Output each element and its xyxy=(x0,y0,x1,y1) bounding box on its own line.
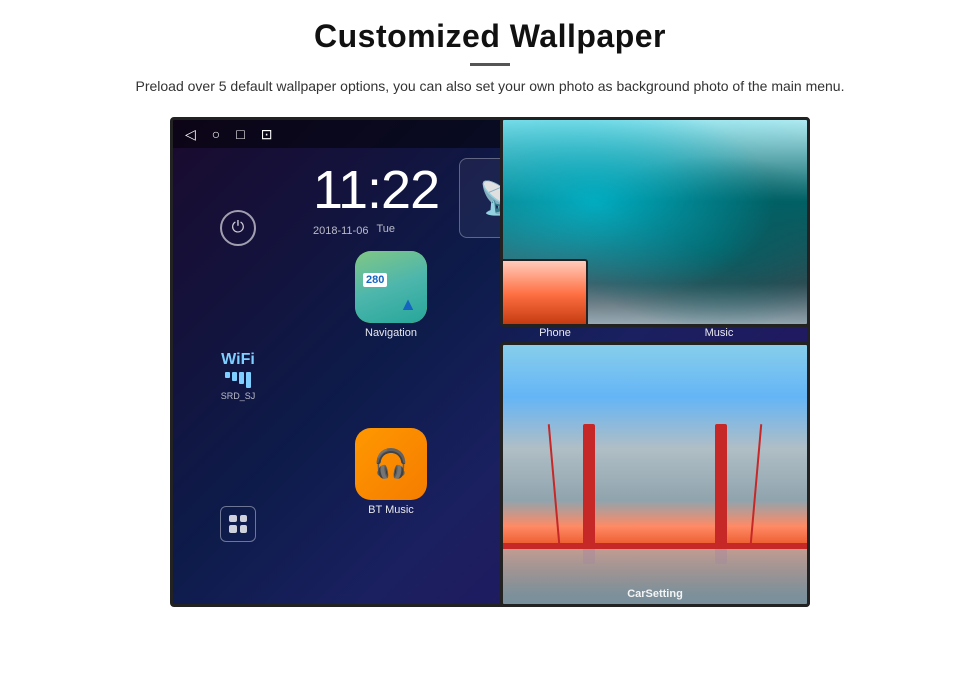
wallpaper-small-overlay xyxy=(500,259,588,327)
wifi-widget: WiFi SRD_SJ xyxy=(221,351,256,401)
app-navigation[interactable]: Navigation xyxy=(313,251,469,420)
wifi-bar-4 xyxy=(246,372,251,388)
page-title: Customized Wallpaper xyxy=(80,18,900,55)
wifi-bar-3 xyxy=(239,372,244,384)
grid-dot-4 xyxy=(240,525,248,533)
header-description: Preload over 5 default wallpaper options… xyxy=(80,76,900,97)
apps-grid-icon xyxy=(229,515,247,533)
home-icon[interactable]: ○ xyxy=(212,126,220,142)
wallpaper-bottom-inner: CarSetting xyxy=(503,345,807,604)
recents-icon[interactable]: □ xyxy=(236,126,244,142)
power-button[interactable]: ⏻ xyxy=(220,210,256,246)
carsetting-label: CarSetting xyxy=(503,588,807,600)
wifi-bar-1 xyxy=(225,372,230,378)
clock-block: 11:22 2018-11-06 Tue xyxy=(313,159,439,237)
page-header: Customized Wallpaper Preload over 5 defa… xyxy=(0,0,980,107)
navigation-icon xyxy=(355,251,427,323)
wallpaper-bottom: CarSetting xyxy=(500,342,810,607)
bt-music-label: BT Music xyxy=(368,504,414,516)
bridge-cable-right xyxy=(750,424,762,544)
wallpaper-previews: CarSetting xyxy=(500,117,810,607)
screenshot-wrapper: ◁ ○ □ ⊡ ♦ ▼ 11:22 ⏻ WiFi xyxy=(170,117,810,607)
clock-time: 11:22 xyxy=(313,159,439,221)
back-icon[interactable]: ◁ xyxy=(185,126,196,143)
screenshot-icon: ⊡ xyxy=(261,126,273,143)
grid-dot-2 xyxy=(240,515,248,523)
bridge-cable-left xyxy=(548,424,560,544)
status-bar-left: ◁ ○ □ ⊡ xyxy=(185,126,272,143)
clock-date: 2018-11-06 xyxy=(313,225,368,237)
header-divider xyxy=(470,63,510,66)
wifi-label: WiFi xyxy=(221,351,256,369)
bt-music-icon: 🎧 xyxy=(355,428,427,500)
all-apps-button[interactable] xyxy=(220,506,256,542)
bluetooth-icon: 🎧 xyxy=(374,447,409,480)
grid-dot-1 xyxy=(229,515,237,523)
grid-dot-3 xyxy=(229,525,237,533)
wifi-bar-2 xyxy=(232,372,237,381)
wifi-bars xyxy=(221,372,256,388)
clock-date-row: 2018-11-06 Tue xyxy=(313,221,439,237)
wifi-ssid: SRD_SJ xyxy=(221,391,256,401)
wallpaper-top xyxy=(500,117,810,327)
nav-map xyxy=(355,251,427,323)
left-sidebar: ⏻ WiFi SRD_SJ xyxy=(173,148,303,604)
clock-day: Tue xyxy=(376,223,395,235)
navigation-label: Navigation xyxy=(365,327,417,339)
app-bt-music[interactable]: 🎧 BT Music xyxy=(313,428,469,597)
